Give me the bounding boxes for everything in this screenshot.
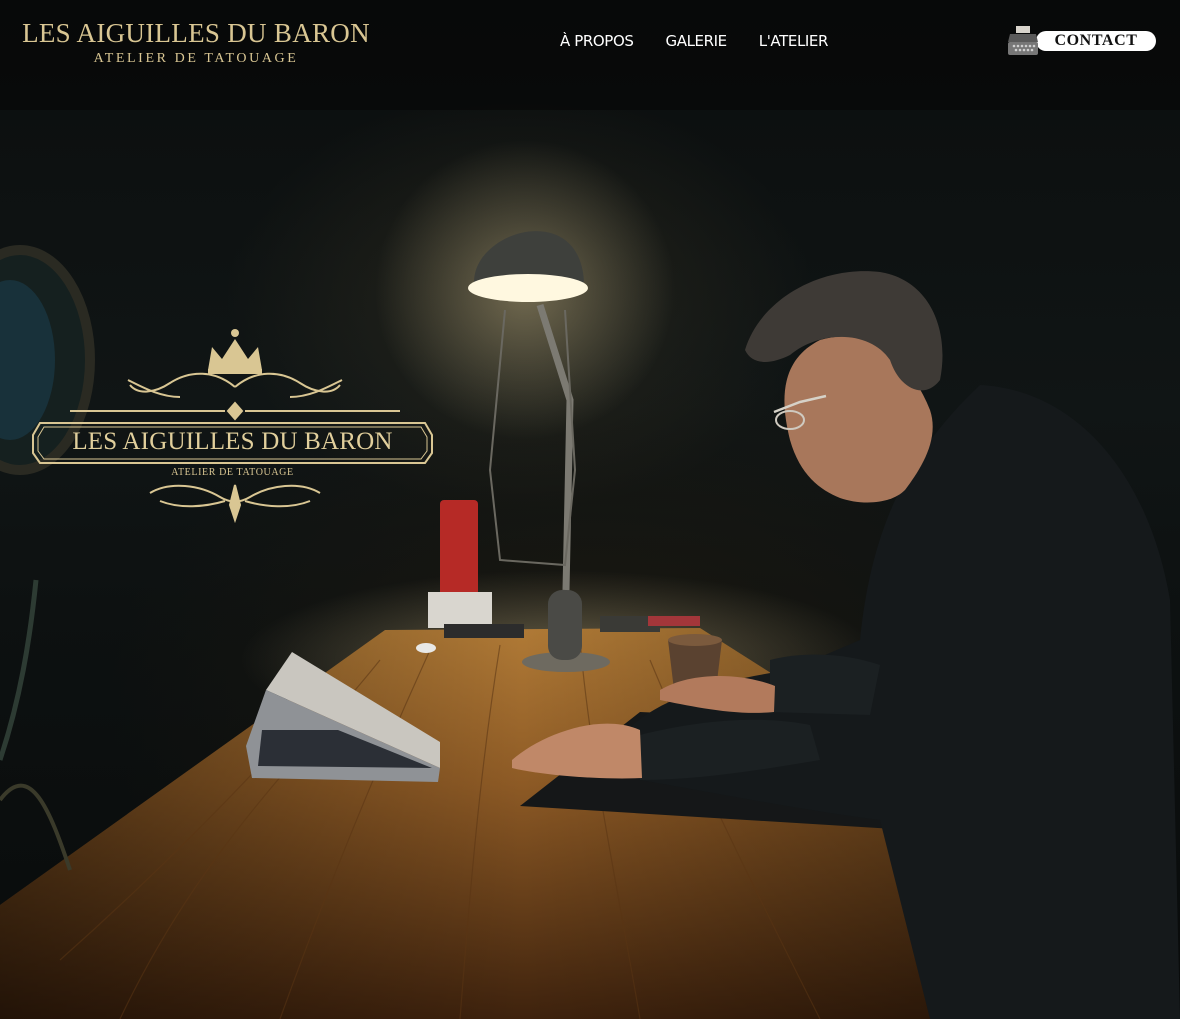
brand-logo-link[interactable]: LES AIGUILLES DU BARON ATELIER DE TATOUA… <box>20 18 372 68</box>
main-nav: À PROPOS GALERIE L'ATELIER <box>560 32 828 50</box>
nav-link-gallery[interactable]: GALERIE <box>665 32 727 50</box>
contact-button[interactable]: CONTACT <box>1036 31 1156 51</box>
ornament-icon <box>149 484 321 524</box>
nav-link-about[interactable]: À PROPOS <box>560 32 634 50</box>
emblem-subtitle: ATELIER DE TATOUAGE <box>171 467 294 478</box>
contact-group: CONTACT <box>1006 24 1156 58</box>
typewriter-icon[interactable] <box>1006 24 1040 58</box>
hero-emblem: LES AIGUILLES DU BARON ATELIER DE TATOUA… <box>30 325 435 525</box>
emblem-ornament <box>32 329 433 524</box>
brand-name: LES AIGUILLES DU BARON <box>22 18 370 48</box>
crown-icon <box>208 329 262 374</box>
hero-section: LES AIGUILLES DU BARON ATELIER DE TATOUA… <box>0 0 1180 1019</box>
site-header: LES AIGUILLES DU BARON ATELIER DE TATOUA… <box>0 0 1180 86</box>
nav-link-atelier[interactable]: L'ATELIER <box>759 32 829 50</box>
brand-tagline: ATELIER DE TATOUAGE <box>93 51 299 66</box>
emblem-title: LES AIGUILLES DU BARON <box>72 428 393 455</box>
